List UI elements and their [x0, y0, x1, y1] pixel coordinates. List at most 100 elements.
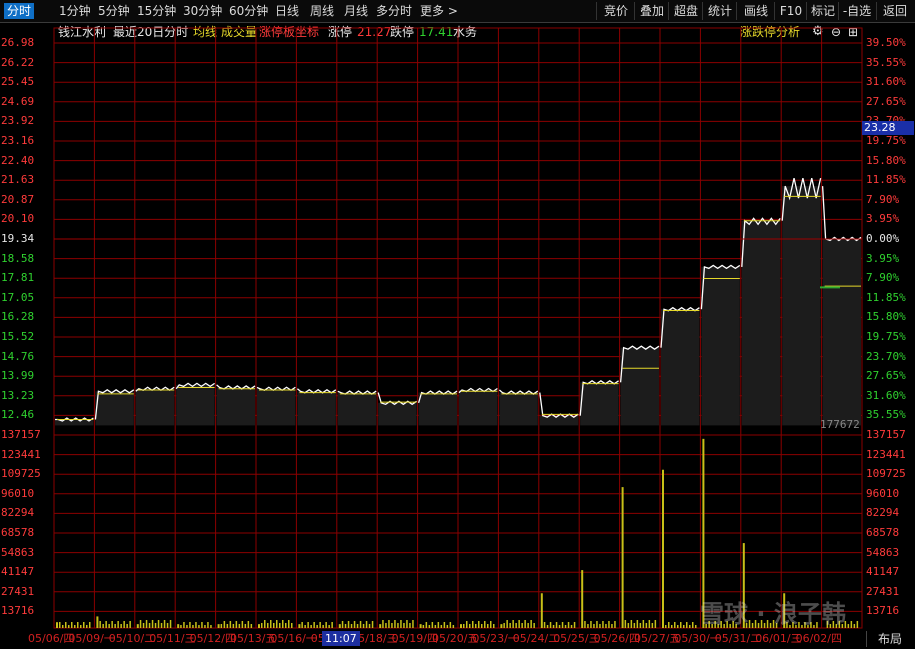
price-tick: 23.92	[1, 114, 35, 128]
volume-bar	[570, 625, 573, 628]
volume-bar	[431, 622, 434, 628]
volume-bar	[71, 622, 73, 628]
percent-tick: 31.60%	[866, 388, 906, 402]
volume-bar	[89, 622, 91, 628]
price-area	[459, 390, 498, 426]
volume-bar	[291, 623, 293, 628]
volume-bar	[379, 624, 382, 628]
volume-bar	[353, 621, 356, 628]
volume-bar	[201, 622, 203, 628]
price-tick: 12.46	[1, 408, 35, 422]
volume-bar	[285, 623, 287, 628]
volume-tick: 68578	[866, 526, 900, 539]
volume-bar	[853, 624, 856, 628]
volume-bar	[463, 624, 465, 628]
volume-bar	[304, 625, 306, 628]
date-label: 06/02/四	[795, 632, 842, 645]
volume-bar	[587, 624, 589, 628]
volume-bar	[409, 623, 411, 628]
volume-bar	[368, 624, 371, 628]
volume-bar	[169, 620, 172, 628]
volume-bar	[99, 621, 101, 628]
volume-bar	[642, 620, 645, 628]
volume-tick: 123441	[1, 447, 41, 461]
volume-bar	[552, 625, 555, 628]
volume-bar	[111, 621, 113, 628]
volume-tick: 96010	[866, 486, 900, 500]
percent-tick: 11.85%	[866, 290, 906, 304]
volume-bar	[674, 622, 676, 628]
price-tick: 26.22	[1, 55, 35, 69]
volume-bar	[264, 620, 266, 628]
volume-bar	[509, 623, 511, 628]
percent-tick: 0.00%	[866, 232, 900, 245]
volume-bar	[584, 621, 586, 628]
volume-bar	[258, 624, 260, 628]
volume-bar	[530, 620, 532, 628]
volume-bar	[419, 624, 422, 628]
volume-bar	[356, 624, 359, 628]
price-tick: 17.81	[1, 271, 35, 285]
percent-tick: 3.95%	[866, 212, 900, 226]
volume-bar	[472, 621, 474, 628]
volume-bar	[344, 624, 347, 628]
volume-bar	[316, 625, 318, 628]
volume-bar	[581, 570, 584, 628]
volume-tick: 96010	[1, 486, 35, 500]
percent-tick: 7.90%	[866, 271, 900, 285]
volume-bar	[226, 624, 229, 628]
price-area	[418, 392, 457, 426]
percent-tick: 35.55%	[866, 55, 906, 69]
volume-tick: 54863	[866, 545, 900, 559]
volume-bar	[428, 625, 431, 628]
volume-bar	[250, 624, 253, 628]
volume-bar	[400, 620, 402, 628]
volume-bar	[80, 625, 82, 628]
price-tick: 16.28	[1, 310, 35, 324]
volume-bar	[198, 625, 200, 628]
volume-bar	[452, 625, 455, 628]
volume-bar	[524, 620, 526, 628]
volume-bar	[555, 622, 558, 628]
volume-bar	[126, 624, 128, 628]
volume-bar	[192, 625, 194, 628]
volume-bar	[310, 625, 312, 628]
volume-bar	[129, 621, 131, 628]
price-area	[337, 392, 377, 426]
volume-tick: 137157	[866, 428, 906, 441]
volume-bar	[648, 620, 651, 628]
price-area	[580, 382, 619, 426]
volume-bar	[241, 621, 244, 628]
volume-bar	[261, 623, 263, 628]
volume-bar	[487, 624, 489, 628]
volume-bar	[484, 621, 486, 628]
watermark: 雪球 · 浪子韩	[700, 594, 846, 629]
volume-bar	[74, 625, 76, 628]
volume-bar	[238, 624, 241, 628]
volume-bar	[166, 623, 169, 628]
intraday-chart[interactable]	[0, 0, 915, 649]
volume-bar	[270, 620, 272, 628]
volume-bar	[114, 624, 116, 628]
price-area	[499, 392, 538, 426]
volume-bar	[546, 625, 549, 628]
price-area	[297, 391, 336, 426]
volume-bar	[77, 622, 79, 628]
volume-bar	[403, 623, 405, 628]
volume-bar	[282, 620, 284, 628]
volume-bar	[621, 487, 624, 628]
percent-tick: 27.65%	[866, 94, 906, 108]
price-tick: 14.76	[1, 349, 35, 363]
volume-bar	[180, 625, 182, 628]
volume-bar	[602, 621, 604, 628]
volume-bar	[177, 624, 180, 628]
volume-bar	[56, 622, 58, 628]
volume-tick: 137157	[1, 428, 41, 441]
volume-bar	[123, 621, 125, 628]
cursor-time: 11:07	[322, 631, 360, 646]
volume-bar	[117, 621, 119, 628]
volume-bar	[350, 624, 353, 628]
layout-button[interactable]: 布局	[866, 631, 913, 647]
volume-bar	[466, 621, 468, 628]
volume-bar	[564, 625, 567, 628]
